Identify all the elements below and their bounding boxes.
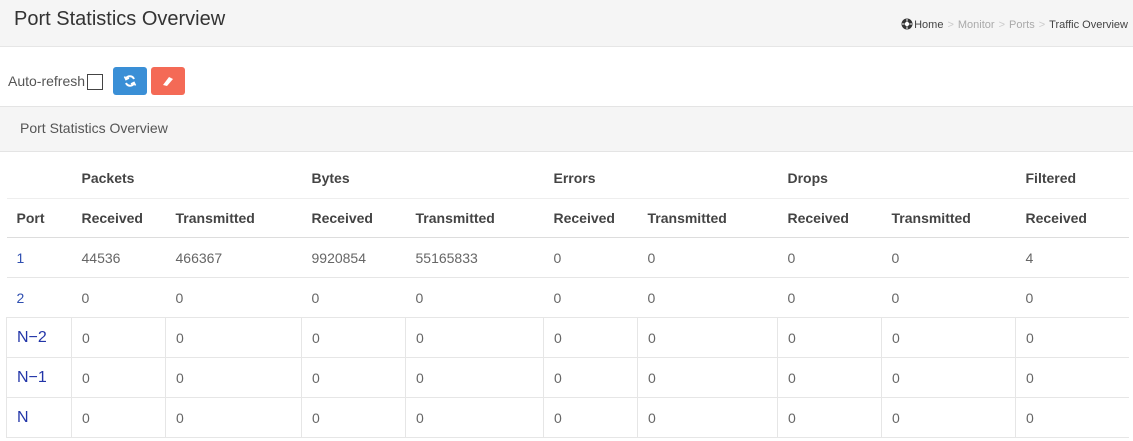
column-header: Transmitted (165, 198, 302, 238)
table-cell: 0 (1015, 277, 1129, 318)
table-cell: 0 (301, 277, 406, 318)
group-header-packets: Packets (71, 158, 302, 199)
table-cell: 0 (777, 397, 882, 438)
table-cell: 0 (543, 317, 638, 358)
port-link[interactable]: N−1 (6, 357, 72, 398)
table-cell: 0 (1015, 357, 1129, 398)
auto-refresh-checkbox[interactable] (87, 74, 104, 90)
table-cell: 0 (637, 237, 778, 278)
table-cell: 466367 (165, 237, 302, 278)
breadcrumb: Home > Monitor > Ports > Traffic Overview (901, 18, 1128, 31)
table-cell: 0 (405, 317, 544, 358)
clear-button[interactable] (151, 67, 186, 95)
table-cell: 0 (777, 357, 882, 398)
breadcrumb-monitor[interactable]: Monitor (958, 19, 995, 31)
table-cell: 0 (637, 277, 778, 318)
table-cell: 0 (71, 397, 166, 438)
table-cell: 0 (543, 237, 638, 278)
table-cell: 0 (637, 357, 778, 398)
table-row: N 0 0 0 0 0 0 0 0 0 (6, 397, 1129, 438)
table-cell: 0 (405, 357, 544, 398)
column-header: Transmitted (881, 198, 1016, 238)
port-link[interactable]: N (6, 397, 72, 438)
refresh-button[interactable] (113, 67, 148, 95)
table-cell: 0 (637, 317, 778, 358)
table-cell: 0 (405, 277, 544, 318)
home-icon (901, 18, 913, 30)
table-cell: 0 (165, 277, 302, 318)
table-cell: 0 (165, 317, 302, 358)
page-header: Port Statistics Overview Home > Monitor > Po… (0, 0, 1133, 47)
table-cell: 0 (881, 237, 1016, 278)
table-cell: 0 (881, 397, 1016, 438)
table-cell: 0 (301, 317, 406, 358)
table-cell: 0 (881, 277, 1016, 318)
table-cell: 0 (301, 357, 406, 398)
table-cell: 9920854 (301, 237, 406, 278)
panel-heading: Port Statistics Overview (0, 106, 1133, 152)
table-cell: 0 (1015, 397, 1129, 438)
table-cell: 0 (543, 397, 638, 438)
table-cell: 0 (165, 397, 302, 438)
table-cell: 0 (637, 397, 778, 438)
column-header: Received (1015, 198, 1129, 238)
page-title: Port Statistics Overview (14, 8, 226, 30)
column-header-port: Port (6, 198, 72, 238)
panel-title: Port Statistics Overview (20, 120, 168, 136)
table-cell: 0 (1015, 317, 1129, 358)
table-cell: 0 (71, 277, 166, 318)
port-link[interactable]: 2 (6, 277, 72, 318)
table-cell: 0 (71, 317, 166, 358)
breadcrumb-ports[interactable]: Ports (1009, 19, 1035, 31)
table-cell: 0 (165, 357, 302, 398)
column-header: Received (71, 198, 166, 238)
column-header: Transmitted (405, 198, 544, 238)
table-cell: 0 (543, 277, 638, 318)
group-header-bytes: Bytes (301, 158, 544, 199)
group-header-drops: Drops (777, 158, 1016, 199)
refresh-controls: Auto-refresh (8, 66, 189, 96)
group-header-errors: Errors (543, 158, 778, 199)
table-cell: 55165833 (405, 237, 544, 278)
table-row: 1 44536 466367 9920854 55165833 0 0 0 0 … (6, 237, 1129, 278)
table-cell: 0 (777, 317, 882, 358)
table-row: N−2 0 0 0 0 0 0 0 0 0 (6, 317, 1129, 358)
port-statistics-table: Packets Bytes Errors Drops Filtered Port… (6, 158, 1129, 438)
table-cell: 0 (881, 357, 1016, 398)
eraser-icon (163, 77, 174, 86)
column-header: Received (301, 198, 406, 238)
refresh-icon (123, 75, 137, 87)
breadcrumb-home[interactable]: Home (914, 19, 943, 31)
auto-refresh-label: Auto-refresh (8, 73, 86, 89)
table-row: 2 0 0 0 0 0 0 0 0 0 (6, 277, 1129, 318)
port-link[interactable]: 1 (6, 237, 72, 278)
table-cell: 0 (71, 357, 166, 398)
table-cell: 0 (777, 277, 882, 318)
table-row: N−1 0 0 0 0 0 0 0 0 0 (6, 357, 1129, 398)
column-header: Transmitted (637, 198, 778, 238)
table-cell: 0 (405, 397, 544, 438)
table-cell: 44536 (71, 237, 166, 278)
table-cell: 0 (301, 397, 406, 438)
table-cell: 4 (1015, 237, 1129, 278)
column-header: Received (777, 198, 882, 238)
group-header-filtered: Filtered (1015, 158, 1129, 199)
port-link[interactable]: N−2 (6, 317, 72, 358)
table-cell: 0 (777, 237, 882, 278)
table-cell: 0 (881, 317, 1016, 358)
table-cell: 0 (543, 357, 638, 398)
column-header: Received (543, 198, 638, 238)
breadcrumb-traffic-overview: Traffic Overview (1049, 19, 1128, 31)
